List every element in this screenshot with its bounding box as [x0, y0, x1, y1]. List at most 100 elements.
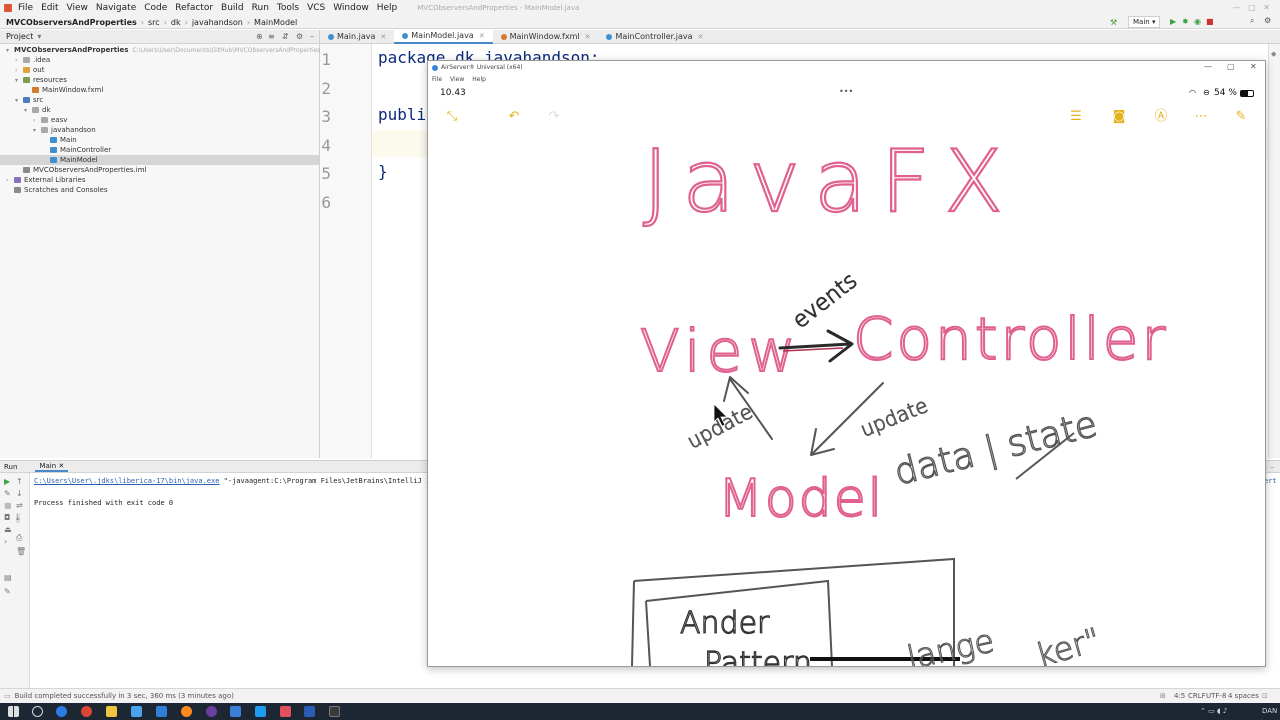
project-label[interactable]: Project	[6, 32, 33, 41]
search-icon[interactable]: ⌕	[1250, 16, 1254, 26]
tree-item[interactable]: MainWindow.fxml	[0, 85, 319, 95]
menu-code[interactable]: Code	[144, 3, 167, 13]
sort-icon[interactable]: ⇵	[282, 32, 289, 41]
close-tab-icon[interactable]: ✕	[380, 33, 386, 41]
tree-item[interactable]: ▾ src	[0, 95, 319, 105]
stop-run-icon[interactable]: ■	[4, 501, 12, 510]
store-icon[interactable]	[131, 706, 142, 717]
run-panel-hide-icon[interactable]: –	[1271, 463, 1275, 471]
tree-arrow-icon[interactable]: ▾	[15, 97, 21, 104]
menu-refactor[interactable]: Refactor	[175, 3, 213, 13]
run-config-select[interactable]: Main ▾	[1128, 16, 1161, 28]
menu-window[interactable]: Window	[333, 3, 369, 13]
project-settings-icon[interactable]: ⚙	[296, 32, 303, 41]
file-explorer-icon[interactable]	[106, 706, 117, 717]
rerun-icon[interactable]: ▶	[4, 477, 10, 486]
status-indent[interactable]: 4 spaces	[1228, 692, 1259, 700]
scroll-down-icon[interactable]: ↓	[16, 489, 23, 498]
settings-icon[interactable]: ⚙	[1264, 16, 1271, 25]
tree-item[interactable]: MVCObserversAndProperties.iml	[0, 165, 319, 175]
tree-item[interactable]: MainModel	[0, 155, 319, 165]
editor-tab[interactable]: MainController.java ✕	[598, 30, 711, 44]
mail-icon[interactable]	[156, 706, 167, 717]
breadcrumb-javahandson[interactable]: javahandson	[192, 18, 243, 27]
chrome-2-icon[interactable]	[81, 706, 92, 717]
menu-edit[interactable]: Edit	[41, 3, 58, 13]
tree-arrow-icon[interactable]: ▾	[24, 107, 30, 114]
debug-icon[interactable]: ✸	[1182, 17, 1189, 26]
chrome-icon[interactable]	[56, 706, 67, 717]
tree-item[interactable]: ▾ MVCObserversAndProperties C:\Users\User\…	[0, 45, 320, 55]
menu-help[interactable]: Help	[377, 3, 398, 13]
console-command-path[interactable]: C:\Users\User\.jdks\liberica-17\bin\java…	[34, 477, 219, 485]
status-position[interactable]: 4:5	[1174, 692, 1185, 700]
breadcrumb-src[interactable]: src	[148, 18, 160, 27]
run-icon[interactable]: ▶	[1170, 17, 1176, 26]
breadcrumb-mainmodel[interactable]: MainModel	[254, 18, 297, 27]
tree-item[interactable]: › easv	[0, 115, 319, 125]
tree-arrow-icon[interactable]: ▾	[6, 47, 9, 54]
tree-arrow-icon[interactable]: ›	[33, 117, 39, 124]
vscode-icon[interactable]	[255, 706, 266, 717]
intellij-2-icon[interactable]	[280, 706, 291, 717]
obs-icon[interactable]	[206, 706, 217, 717]
hammer-icon[interactable]: ⚒	[1110, 18, 1117, 27]
soft-wrap-icon[interactable]: ⇌	[16, 501, 23, 510]
tree-arrow-icon[interactable]: ›	[15, 67, 21, 74]
menu-file[interactable]: File	[18, 3, 33, 13]
wrench-icon[interactable]: ✎	[4, 489, 11, 498]
menu-vcs[interactable]: VCS	[307, 3, 325, 13]
editor-tab[interactable]: Main.java ✕	[320, 30, 394, 44]
drawing-canvas[interactable]: JavaFX View Controller events update upd…	[428, 61, 1265, 666]
expand-icon[interactable]: ≡	[268, 32, 275, 41]
code-line[interactable]: }	[378, 162, 388, 181]
close-tab-icon[interactable]: ✕	[585, 33, 591, 41]
menu-build[interactable]: Build	[221, 3, 244, 13]
terminal-icon[interactable]	[329, 706, 340, 717]
status-layout-icon[interactable]: ▭	[4, 692, 11, 700]
tree-arrow-icon[interactable]: ▾	[15, 77, 21, 84]
search-taskbar-icon[interactable]	[32, 706, 43, 717]
tree-arrow-icon[interactable]: ›	[15, 57, 21, 64]
status-encoding[interactable]: UTF-8	[1206, 692, 1226, 700]
word-icon[interactable]	[304, 706, 315, 717]
firefox-icon[interactable]	[181, 706, 192, 717]
taskbar-clock[interactable]: DAN	[1262, 707, 1277, 715]
breadcrumb-project[interactable]: MVCObserversAndProperties	[6, 18, 137, 27]
editor-tab[interactable]: MainWindow.fxml ✕	[493, 30, 599, 44]
stop-icon[interactable]: ■	[1206, 17, 1214, 26]
tree-item[interactable]: › External Libraries	[0, 175, 319, 185]
trash-icon[interactable]: 🗑	[16, 547, 26, 556]
tree-item[interactable]: Main	[0, 135, 319, 145]
close-tab-icon[interactable]: ✕	[479, 32, 485, 40]
editor-tab[interactable]: MainModel.java ✕	[394, 29, 493, 44]
expand-toggle-icon[interactable]: ›	[4, 537, 7, 546]
menu-tools[interactable]: Tools	[277, 3, 299, 13]
code-line[interactable]: publi	[378, 105, 426, 124]
tree-arrow-icon[interactable]: ▾	[33, 127, 39, 134]
hide-panel-icon[interactable]: –	[310, 32, 314, 41]
run-config-tab[interactable]: Main ✕	[35, 462, 69, 472]
coverage-icon[interactable]: ◉	[1194, 17, 1201, 26]
status-notification-icon[interactable]: ⊞	[1160, 692, 1166, 700]
status-line-sep[interactable]: CRLF	[1188, 692, 1206, 700]
layout-icon[interactable]: ▤	[4, 573, 12, 582]
tree-item[interactable]: Scratches and Consoles	[0, 185, 319, 195]
close-tab-icon[interactable]: ✕	[698, 33, 704, 41]
intellij-icon[interactable]	[230, 706, 241, 717]
print-icon[interactable]: ⎙	[16, 533, 22, 543]
tree-item[interactable]: › out	[0, 65, 319, 75]
tree-item[interactable]: ▾ javahandson	[0, 125, 319, 135]
tree-item[interactable]: › .idea	[0, 55, 319, 65]
tree-item[interactable]: ▾ resources	[0, 75, 319, 85]
tree-item[interactable]: MainController	[0, 145, 319, 155]
collapse-all-icon[interactable]: ⊕	[256, 32, 263, 41]
menu-view[interactable]: View	[67, 3, 88, 13]
tree-arrow-icon[interactable]: ›	[6, 177, 12, 184]
camera-icon[interactable]: ◘	[4, 513, 10, 522]
pin-icon[interactable]: ✎	[4, 587, 11, 596]
breadcrumb-dk[interactable]: dk	[171, 18, 181, 27]
start-icon[interactable]	[8, 706, 19, 717]
scroll-up-icon[interactable]: ↑	[16, 477, 23, 486]
menu-run[interactable]: Run	[252, 3, 269, 13]
